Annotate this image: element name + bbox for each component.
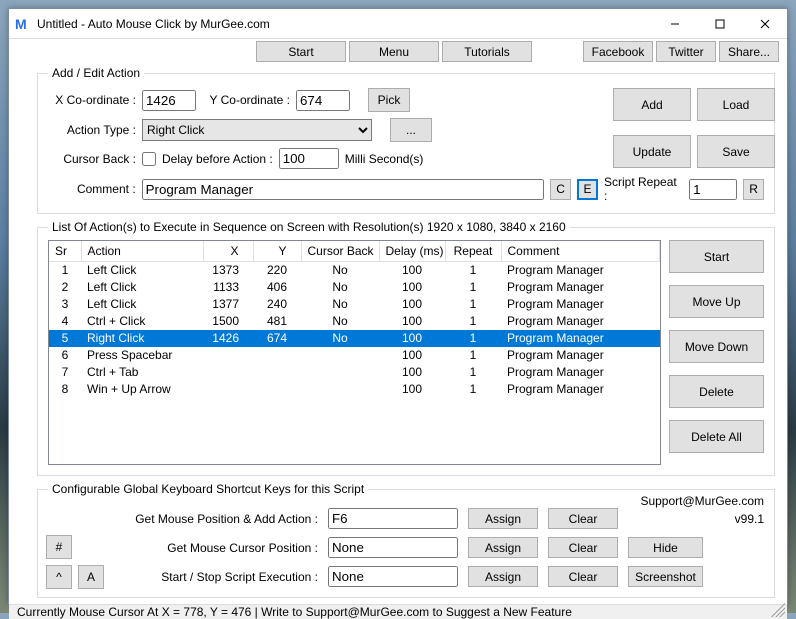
window-title: Untitled - Auto Mouse Click by MurGee.co… [37,17,652,31]
delete-button[interactable]: Delete [669,375,764,408]
maximize-button[interactable] [697,9,742,38]
action-type-select[interactable]: Right Click [142,119,372,141]
shortcut-input-2[interactable] [328,566,458,587]
shortcuts-fieldset: Configurable Global Keyboard Shortcut Ke… [37,482,775,598]
col-action[interactable]: Action [81,241,203,262]
action-list-legend: List Of Action(s) to Execute in Sequence… [48,220,570,234]
side-buttons: Add Load Update Save [613,88,775,182]
c-button[interactable]: C [550,179,571,200]
assign-button-2[interactable]: Assign [468,566,538,587]
caret-button[interactable]: ^ [46,565,72,589]
move-down-button[interactable]: Move Down [669,330,764,363]
save-button[interactable]: Save [697,135,775,168]
col-delay[interactable]: Delay (ms) [379,241,445,262]
assign-button-1[interactable]: Assign [468,537,538,558]
table-row[interactable]: 4Ctrl + Click1500481No1001Program Manage… [49,313,660,330]
minimize-button[interactable] [652,9,697,38]
status-bar: Currently Mouse Cursor At X = 778, Y = 4… [9,604,787,619]
col-cursor-back[interactable]: Cursor Back [301,241,379,262]
col-repeat[interactable]: Repeat [445,241,501,262]
table-row[interactable]: 1Left Click1373220No1001Program Manager [49,262,660,279]
x-coord-input[interactable] [142,90,196,111]
status-text: Currently Mouse Cursor At X = 778, Y = 4… [17,605,572,619]
delay-input[interactable] [279,148,339,169]
pick-button[interactable]: Pick [368,88,410,112]
col-y[interactable]: Y [253,241,301,262]
tutorials-button[interactable]: Tutorials [442,41,532,62]
close-button[interactable] [742,9,787,38]
list-start-button[interactable]: Start [669,240,764,273]
action-type-label: Action Type : [48,123,136,137]
list-buttons: Start Move Up Move Down Delete Delete Al… [669,240,764,465]
share-button[interactable]: Share... [719,41,779,62]
support-link[interactable]: Support@MurGee.com [640,494,764,508]
shortcuts-legend: Configurable Global Keyboard Shortcut Ke… [48,482,368,496]
x-coord-label: X Co-ordinate : [48,93,136,107]
comment-label: Comment : [48,182,136,196]
a-button[interactable]: A [78,565,104,589]
comment-input[interactable] [142,179,544,200]
cursor-back-label: Cursor Back : [48,152,136,166]
menu-button[interactable]: Menu [349,41,439,62]
move-up-button[interactable]: Move Up [669,285,764,318]
table-row[interactable]: 7Ctrl + Tab1001Program Manager [49,364,660,381]
add-edit-legend: Add / Edit Action [48,66,144,80]
assign-button-0[interactable]: Assign [468,508,538,529]
top-toolbar: Start Menu Tutorials Facebook Twitter Sh… [9,39,787,62]
delay-label: Delay before Action : [162,152,273,166]
e-button[interactable]: E [577,179,598,200]
shortcut-label-0: Get Mouse Position & Add Action : [48,512,318,526]
y-coord-label: Y Co-ordinate : [202,93,290,107]
update-button[interactable]: Update [613,135,691,168]
twitter-button[interactable]: Twitter [656,41,716,62]
titlebar: M Untitled - Auto Mouse Click by MurGee.… [9,9,787,39]
table-row[interactable]: 2Left Click1133406No1001Program Manager [49,279,660,296]
y-coord-input[interactable] [296,90,350,111]
shortcut-input-1[interactable] [328,537,458,558]
action-table[interactable]: Sr Action X Y Cursor Back Delay (ms) Rep… [48,240,661,465]
version-label: v99.1 [628,512,764,526]
action-list-fieldset: List Of Action(s) to Execute in Sequence… [37,220,775,476]
action-type-more-button[interactable]: ... [390,118,432,142]
table-row[interactable]: 8Win + Up Arrow1001Program Manager [49,381,660,398]
table-row[interactable]: 3Left Click1377240No1001Program Manager [49,296,660,313]
app-window: M Untitled - Auto Mouse Click by MurGee.… [8,8,788,605]
delay-units: Milli Second(s) [345,152,424,166]
app-icon: M [15,16,31,32]
col-comment[interactable]: Comment [501,241,660,262]
add-edit-fieldset: Add / Edit Action Add Load Update Save X… [37,66,775,214]
shortcut-input-0[interactable] [328,508,458,529]
start-top-button[interactable]: Start [256,41,346,62]
clear-button-0[interactable]: Clear [548,508,618,529]
shortcut-label-1: Get Mouse Cursor Position : [48,541,318,555]
col-x[interactable]: X [203,241,253,262]
hash-button[interactable]: # [46,535,72,559]
clear-button-1[interactable]: Clear [548,537,618,558]
cursor-back-checkbox[interactable] [142,152,156,166]
load-button[interactable]: Load [697,88,775,121]
clear-button-2[interactable]: Clear [548,566,618,587]
table-row[interactable]: 5Right Click1426674No1001Program Manager [49,330,660,347]
delete-all-button[interactable]: Delete All [669,420,764,453]
screenshot-button[interactable]: Screenshot [628,566,703,587]
facebook-button[interactable]: Facebook [583,41,653,62]
col-sr[interactable]: Sr [49,241,81,262]
table-row[interactable]: 6Press Spacebar1001Program Manager [49,347,660,364]
add-button[interactable]: Add [613,88,691,121]
resize-grip-icon[interactable] [771,603,785,617]
hide-button[interactable]: Hide [628,537,703,558]
